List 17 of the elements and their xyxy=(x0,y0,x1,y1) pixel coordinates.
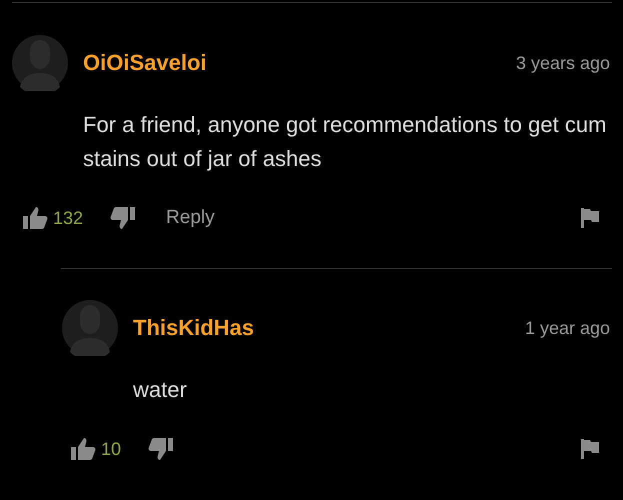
timestamp: 3 years ago xyxy=(516,52,610,74)
flag-icon[interactable] xyxy=(581,208,599,228)
reply-link[interactable]: Reply xyxy=(166,207,215,229)
thumbs-up-icon[interactable] xyxy=(22,206,48,230)
comment-text: water xyxy=(133,376,188,404)
like-count: 10 xyxy=(101,438,122,460)
avatar-icon xyxy=(62,300,118,356)
comment-text: For a friend, anyone got recommendations to get cum stains out of jar of ashes xyxy=(83,111,608,173)
thumbs-up-icon[interactable] xyxy=(70,437,96,461)
flag-icon[interactable] xyxy=(581,439,599,459)
timestamp: 1 year ago xyxy=(524,318,610,338)
like-count: 132 xyxy=(53,208,84,228)
thumbs-down-icon[interactable] xyxy=(148,437,174,461)
thumbs-down-icon[interactable] xyxy=(110,206,136,230)
avatar-icon xyxy=(12,35,68,91)
username[interactable]: OiOiSaveloi xyxy=(83,50,206,76)
username[interactable]: ThisKidHas xyxy=(133,315,254,341)
